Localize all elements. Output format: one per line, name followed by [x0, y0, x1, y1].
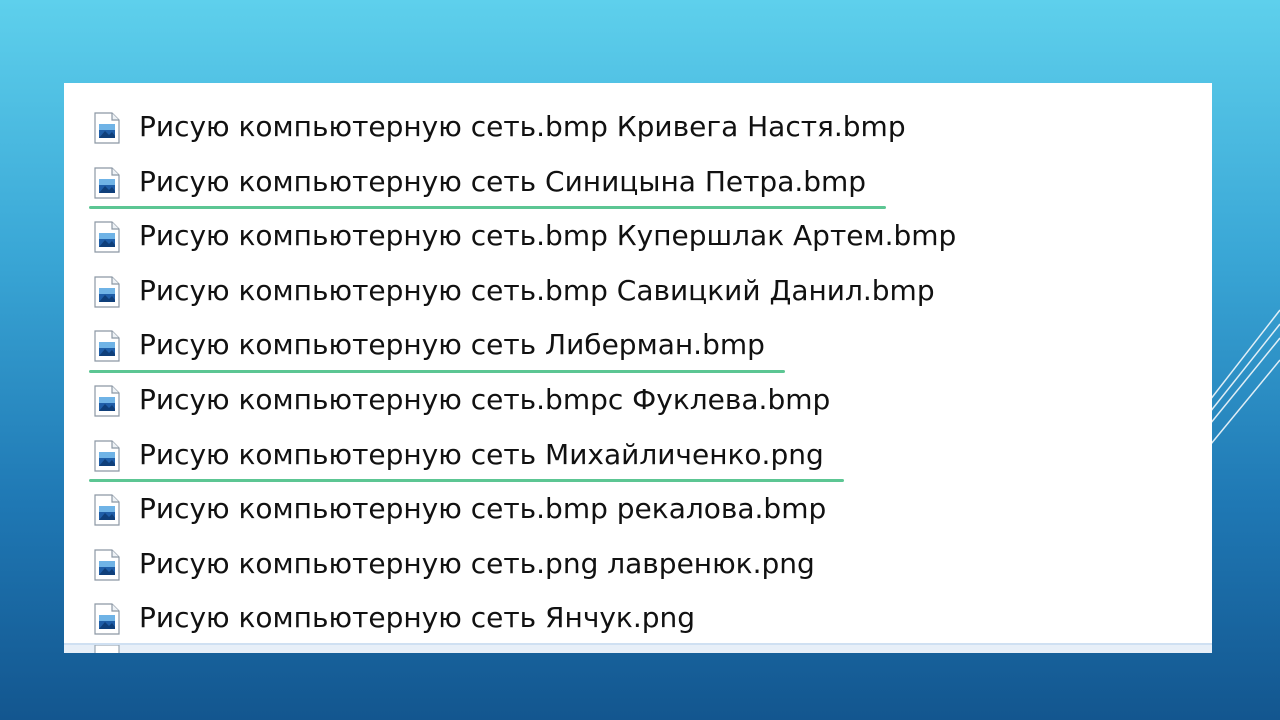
file-name: Рисую компьютерную сеть Либерман.bmp	[139, 328, 765, 362]
png-file-icon	[94, 603, 120, 635]
file-row[interactable]: Рисую компьютерную сеть Синицына Петра.b…	[64, 155, 1212, 210]
bmp-file-icon	[94, 166, 120, 199]
file-name: Рисую компьютерную сеть.bmp Савицкий Дан…	[139, 273, 935, 307]
file-name: Рисую компьютерную сеть Янчук.png	[139, 601, 696, 635]
file-name: Рисую компьютерную сеть Михайличенко.png	[139, 437, 824, 471]
bmp-file-icon	[94, 276, 120, 308]
image-file-icon	[94, 645, 120, 653]
file-row[interactable]: Рисую компьютерную сеть.bmp рекалова.bmp	[64, 482, 1212, 537]
file-name: Рисую компьютерную сеть.bmp Кривега Наст…	[139, 110, 906, 143]
file-row[interactable]: Рисую компьютерную сеть.bmp Купершлак Ар…	[64, 209, 1212, 264]
file-row[interactable]: Рисую компьютерную сеть.bmpс Фуклева.bmp	[64, 373, 1212, 428]
file-row[interactable]: Рисую компьютерную сеть.png лавренюк.png	[64, 537, 1212, 592]
file-row[interactable]: Рисую компьютерную сеть Либерман.bmp	[64, 318, 1212, 373]
bmp-file-icon	[94, 330, 120, 362]
bmp-file-icon	[94, 112, 120, 144]
file-name: Рисую компьютерную сеть.png лавренюк.png	[139, 546, 815, 580]
bmp-file-icon	[94, 385, 120, 417]
file-list-panel: Рисую компьютерную сеть.bmp Кривега Наст…	[64, 83, 1212, 653]
file-row[interactable]: Рисую компьютерную сеть.bmp Савицкий Дан…	[64, 264, 1212, 319]
png-file-icon	[94, 439, 120, 472]
file-name: Рисую компьютерную сеть.bmp рекалова.bmp	[139, 492, 827, 526]
selected-row-partial[interactable]	[64, 643, 1212, 653]
bmp-file-icon	[94, 494, 120, 526]
diagonal-lines-decoration	[1205, 309, 1280, 451]
file-name: Рисую компьютерную сеть Синицына Петра.b…	[139, 164, 867, 198]
file-row[interactable]: Рисую компьютерную сеть Янчук.png	[64, 591, 1212, 646]
file-row[interactable]: Рисую компьютерную сеть Михайличенко.png	[64, 428, 1212, 483]
bmp-file-icon	[94, 221, 120, 253]
file-name: Рисую компьютерную сеть.bmpс Фуклева.bmp	[139, 383, 831, 416]
file-row[interactable]: Рисую компьютерную сеть.bmp Кривега Наст…	[64, 100, 1212, 155]
file-name: Рисую компьютерную сеть.bmp Купершлак Ар…	[139, 219, 957, 253]
png-file-icon	[94, 549, 120, 581]
